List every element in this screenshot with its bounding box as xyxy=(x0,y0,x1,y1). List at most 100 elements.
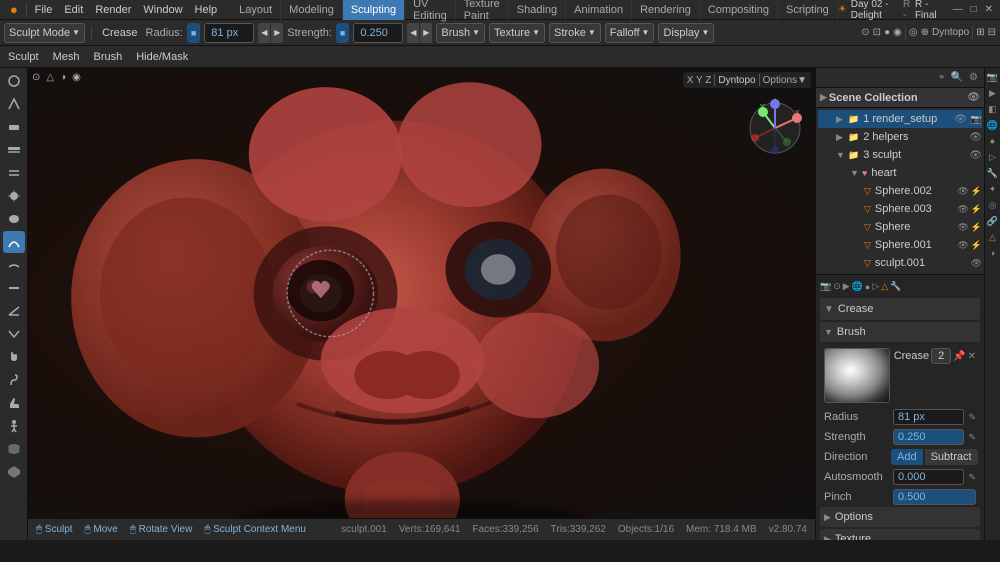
props-icon-mesh[interactable]: △ xyxy=(881,281,888,292)
toolbar-proportional[interactable]: ⊟ xyxy=(988,27,996,38)
menu-window[interactable]: Window xyxy=(137,0,188,19)
brush-number[interactable]: 2 xyxy=(931,348,951,364)
vp-mesh-btn[interactable]: △ xyxy=(46,72,54,83)
strip-icon-view[interactable]: ◧ xyxy=(986,102,1000,116)
direction-add-btn[interactable]: Add xyxy=(891,449,923,465)
toolbar-icon-solid[interactable]: ● xyxy=(884,27,890,38)
brush-pin-icon[interactable]: 📌 xyxy=(953,351,965,362)
vp-view-btn[interactable]: ⊙ xyxy=(32,72,40,83)
brush-autosmooth-edit[interactable]: ✎ xyxy=(968,472,976,483)
strip-icon-constraints[interactable]: 🔗 xyxy=(986,214,1000,228)
props-icon-scene[interactable]: 🌐 xyxy=(852,281,863,292)
brush-section-header[interactable]: ▼ Brush xyxy=(820,322,980,342)
strength-value[interactable]: 0.250 xyxy=(353,23,403,43)
radius-value[interactable]: 81 px xyxy=(204,23,254,43)
tree-item-sphere-001[interactable]: ▽ Sphere.001 👁 ⚡ xyxy=(818,236,982,254)
menu-help[interactable]: Help xyxy=(189,0,224,19)
toolbar-gizmos[interactable]: ⊕ xyxy=(921,27,929,38)
tree-item-sculpt[interactable]: ▼ 📁 3 sculpt 👁 xyxy=(818,146,982,164)
display-dropdown[interactable]: Display ▼ xyxy=(658,23,714,43)
sphere002-modifier[interactable]: ⚡ xyxy=(971,186,982,197)
tab-scripting[interactable]: Scripting xyxy=(778,0,838,20)
topbar-icon-1[interactable]: — xyxy=(950,4,966,15)
vp-options[interactable]: Options▼ xyxy=(763,75,807,86)
toolbar-snap[interactable]: ⊞ xyxy=(976,27,984,38)
strip-icon-particles[interactable]: ✦ xyxy=(986,182,1000,196)
tab-uv-editing[interactable]: UV Editing xyxy=(405,0,456,20)
tab-animation[interactable]: Animation xyxy=(566,0,632,20)
vp-dyntopo[interactable]: Dyntopo xyxy=(718,75,755,86)
tool-draw-sharp[interactable] xyxy=(3,93,25,115)
toolbar-overlays[interactable]: ◎ xyxy=(909,27,918,38)
strip-icon-world[interactable]: ● xyxy=(986,134,1000,148)
props-icon-camera[interactable]: 📷 xyxy=(820,281,831,292)
tab-texture-paint[interactable]: Texture Paint xyxy=(456,0,509,20)
tool-crease[interactable] xyxy=(3,231,25,253)
vp-material-btn[interactable]: ◑ xyxy=(60,72,66,83)
options-section-header[interactable]: ▶ Options xyxy=(820,507,980,527)
direction-sub-btn[interactable]: Subtract xyxy=(925,449,978,465)
props-icon-obj[interactable]: ▷ xyxy=(872,281,879,292)
status-sculpt[interactable]: 🖱 Sculpt xyxy=(36,524,73,535)
tree-item-sphere-003[interactable]: ▽ Sphere.003 👁 ⚡ xyxy=(818,200,982,218)
topbar-icon-2[interactable]: □ xyxy=(968,4,980,15)
strip-icon-modifier[interactable]: 🔧 xyxy=(986,166,1000,180)
status-rotate[interactable]: 🖱 Rotate View xyxy=(130,524,193,535)
crease-arrow[interactable]: ▼ xyxy=(824,304,834,315)
status-move[interactable]: 🖱 Move xyxy=(85,524,118,535)
tool-draw[interactable] xyxy=(3,70,25,92)
stroke-dropdown[interactable]: Stroke ▼ xyxy=(549,23,601,43)
tool-mask[interactable] xyxy=(3,438,25,460)
tool-pinch[interactable] xyxy=(3,323,25,345)
strip-icon-material[interactable]: ◑ xyxy=(986,246,1000,260)
sculpt-tab[interactable]: Sculpt xyxy=(4,51,43,63)
brush-close-icon[interactable]: ✕ xyxy=(968,351,976,362)
brush-tab[interactable]: Brush xyxy=(89,51,126,63)
topbar-icon-3[interactable]: ✕ xyxy=(982,4,996,15)
tool-flatten[interactable] xyxy=(3,277,25,299)
status-context[interactable]: 🖱 Sculpt Context Menu xyxy=(204,524,306,535)
brush-radius-edit[interactable]: ✎ xyxy=(968,412,976,423)
brush-pinch-value[interactable]: 0.500 xyxy=(893,489,976,505)
strip-icon-render[interactable]: 📷 xyxy=(986,70,1000,84)
brush-dropdown[interactable]: Brush ▼ xyxy=(436,23,485,43)
tree-item-heart[interactable]: ▼ ♥ heart xyxy=(818,164,982,182)
props-icon-render[interactable]: ⊙ xyxy=(833,281,841,292)
tool-draw-face-sets[interactable] xyxy=(3,461,25,483)
tab-compositing[interactable]: Compositing xyxy=(700,0,778,20)
radius-checkbox[interactable]: ■ xyxy=(187,23,200,43)
strength-increase[interactable]: ▶ xyxy=(420,23,432,43)
tree-item-sculpt-001[interactable]: ▽ sculpt.001 👁 xyxy=(818,254,982,272)
tab-sculpting[interactable]: Sculpting xyxy=(343,0,405,20)
radius-increase[interactable]: ▶ xyxy=(271,23,283,43)
strength-decrease[interactable]: ◀ xyxy=(407,23,419,43)
brush-radius-value[interactable]: 81 px xyxy=(893,409,964,425)
scene-col-eye[interactable]: 👁 xyxy=(967,92,980,103)
hidemask-tab[interactable]: Hide/Mask xyxy=(132,51,192,63)
brush-strength-edit[interactable]: ✎ xyxy=(968,432,976,443)
tool-snake-hook[interactable] xyxy=(3,369,25,391)
tool-layer[interactable] xyxy=(3,162,25,184)
vp-render-btn[interactable]: ◉ xyxy=(72,72,81,83)
viewport-gizmo[interactable]: X Y Z xyxy=(745,98,805,161)
toolbar-icon-wire[interactable]: ⊡ xyxy=(873,27,881,38)
tab-rendering[interactable]: Rendering xyxy=(632,0,700,20)
menu-file[interactable]: File xyxy=(29,0,59,19)
radius-decrease[interactable]: ◀ xyxy=(258,23,270,43)
strip-icon-object[interactable]: ▷ xyxy=(986,150,1000,164)
tool-smooth[interactable] xyxy=(3,254,25,276)
tool-pose[interactable] xyxy=(3,415,25,437)
props-icon-modifier[interactable]: 🔧 xyxy=(890,281,901,292)
sphere003-modifier[interactable]: ⚡ xyxy=(971,204,982,215)
sphere001-modifier[interactable]: ⚡ xyxy=(971,240,982,251)
tree-item-render-setup[interactable]: ▶ 📁 1 render_setup 👁 📷 xyxy=(818,110,982,128)
props-icon-output[interactable]: ▶ xyxy=(843,281,850,292)
menu-render[interactable]: Render xyxy=(89,0,137,19)
sphere-modifier[interactable]: ⚡ xyxy=(971,222,982,233)
mesh-tab[interactable]: Mesh xyxy=(49,51,84,63)
tool-inflate[interactable] xyxy=(3,185,25,207)
texture-section-header[interactable]: ▶ Texture xyxy=(820,529,980,540)
tab-layout[interactable]: Layout xyxy=(231,0,281,20)
mode-selector[interactable]: Sculpt Mode ▼ xyxy=(4,23,85,43)
strip-icon-output[interactable]: ▶ xyxy=(986,86,1000,100)
